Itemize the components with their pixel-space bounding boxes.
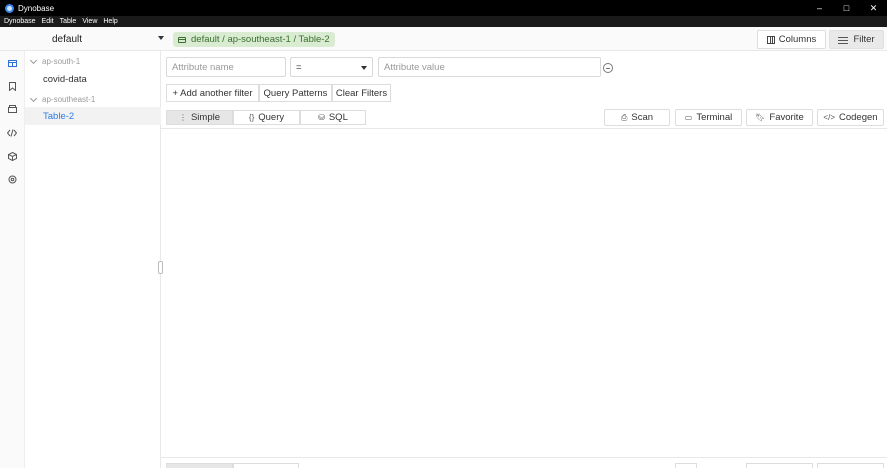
caret-down-icon	[361, 66, 367, 70]
caret-down-icon	[158, 36, 164, 40]
add-filter-label: + Add another filter	[172, 87, 253, 99]
scan-label: Scan	[631, 112, 654, 123]
tab-query[interactable]: {} Query	[233, 110, 300, 125]
menu-dynobase[interactable]: Dynobase	[4, 18, 36, 25]
breadcrumb: default / ap-southeast-1 / Table-2	[173, 32, 335, 47]
main-panel: Attribute name = Attribute value + Add a…	[161, 51, 887, 468]
chevron-down-icon	[29, 56, 38, 64]
results-divider	[161, 128, 887, 129]
clear-filters-label: Clear Filters	[335, 87, 388, 99]
footer-button[interactable]	[675, 463, 697, 468]
braces-icon: {}	[248, 113, 255, 122]
terminal-icon: ▭	[684, 113, 693, 122]
menu-bar: Dynobase Edit Table View Help	[0, 16, 887, 27]
profile-select-value: default	[52, 33, 83, 45]
scan-button[interactable]: ⎙ Scan	[604, 109, 670, 126]
dynobase-logo-icon	[5, 3, 14, 13]
scan-icon: ⎙	[620, 112, 628, 122]
profile-select[interactable]: default	[25, 27, 168, 51]
query-patterns-label: Query Patterns	[263, 87, 328, 99]
attribute-name-placeholder: Attribute name	[172, 61, 234, 73]
tab-sql[interactable]: ⛁ SQL	[300, 110, 366, 125]
region-group[interactable]: ap-south-1	[29, 55, 80, 67]
header-bar: default default / ap-southeast-1 / Table…	[0, 27, 887, 51]
backups-icon[interactable]	[7, 104, 17, 114]
minimize-button[interactable]: –	[806, 0, 833, 16]
code-icon: </>	[823, 113, 835, 122]
table-icon	[178, 36, 186, 43]
table-item[interactable]: covid-data	[25, 70, 161, 88]
chevron-down-icon	[29, 94, 38, 102]
box-icon[interactable]	[7, 151, 17, 161]
filter-button[interactable]: Filter	[829, 30, 884, 49]
tab-simple-label: Simple	[190, 112, 221, 123]
operator-select[interactable]: =	[290, 57, 373, 77]
footer-button[interactable]	[746, 463, 813, 468]
code-icon[interactable]	[7, 128, 17, 138]
add-filter-button[interactable]: + Add another filter	[166, 84, 259, 102]
attribute-value-input[interactable]: Attribute value	[378, 57, 601, 77]
columns-button[interactable]: Columns	[757, 30, 826, 49]
operator-value: =	[296, 61, 302, 73]
favorite-label: Favorite	[769, 112, 804, 123]
footer-tab[interactable]	[233, 463, 299, 468]
columns-label: Columns	[778, 34, 817, 45]
footer-tab[interactable]	[166, 463, 233, 468]
table-tree: ap-south-1 covid-data ap-southeast-1 Tab…	[25, 51, 161, 468]
filter-sliders-icon	[838, 36, 849, 44]
attribute-name-input[interactable]: Attribute name	[166, 57, 286, 77]
close-button[interactable]: ✕	[860, 0, 887, 16]
codegen-label: Codegen	[839, 112, 878, 123]
database-icon: ⛁	[318, 113, 325, 122]
tab-query-label: Query	[258, 112, 285, 123]
menu-view[interactable]: View	[82, 18, 97, 25]
window-title: Dynobase	[18, 3, 55, 13]
tables-icon[interactable]	[7, 58, 17, 68]
footer-button[interactable]	[817, 463, 884, 468]
codegen-button[interactable]: </> Codegen	[817, 109, 884, 126]
clear-filters-button[interactable]: Clear Filters	[332, 84, 391, 102]
favorite-button[interactable]: 🔖︎ Favorite	[746, 109, 813, 126]
region-label: ap-south-1	[42, 56, 81, 66]
footer-divider	[161, 457, 887, 458]
tab-sql-label: SQL	[328, 112, 348, 123]
icon-rail	[0, 51, 25, 468]
menu-help[interactable]: Help	[103, 18, 117, 25]
remove-filter-icon[interactable]	[603, 63, 613, 73]
terminal-button[interactable]: ▭ Terminal	[675, 109, 742, 126]
menu-table[interactable]: Table	[60, 18, 77, 25]
bookmark-icon: 🔖︎	[755, 113, 766, 122]
settings-icon[interactable]	[7, 174, 17, 184]
region-label: ap-southeast-1	[42, 94, 96, 104]
bookmark-icon[interactable]	[7, 81, 17, 91]
query-patterns-button[interactable]: Query Patterns	[259, 84, 332, 102]
table-item-selected[interactable]: Table-2	[25, 107, 161, 125]
window-controls: – □ ✕	[806, 0, 887, 16]
tab-simple[interactable]: ⋮ Simple	[166, 110, 233, 125]
attribute-value-placeholder: Attribute value	[384, 61, 445, 73]
maximize-button[interactable]: □	[833, 0, 860, 16]
region-group[interactable]: ap-southeast-1	[29, 93, 95, 105]
table-item-label: covid-data	[43, 73, 87, 85]
table-item-label: Table-2	[43, 110, 75, 122]
breadcrumb-label: default / ap-southeast-1 / Table-2	[191, 34, 330, 45]
menu-edit[interactable]: Edit	[42, 18, 54, 25]
terminal-label: Terminal	[696, 112, 733, 123]
title-bar: Dynobase – □ ✕	[0, 0, 887, 16]
filter-label: Filter	[853, 34, 875, 45]
kebab-icon: ⋮	[178, 113, 187, 122]
columns-icon	[766, 35, 775, 44]
